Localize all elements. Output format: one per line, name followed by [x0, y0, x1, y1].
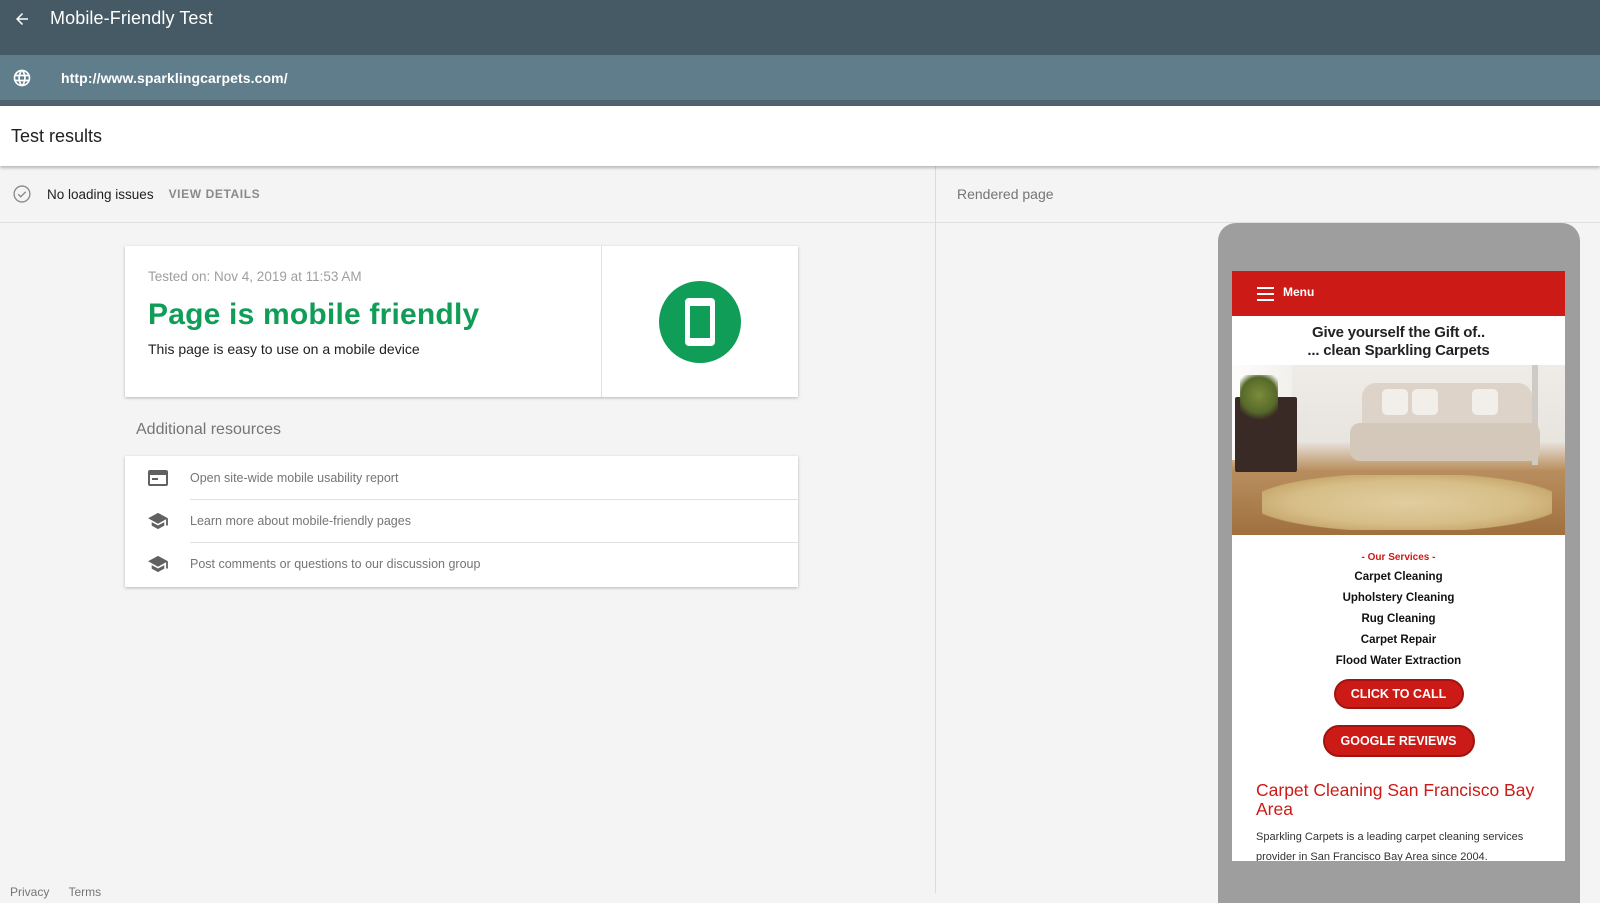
site-google-reviews-button: GOOGLE REVIEWS — [1322, 725, 1475, 757]
resource-usability-report[interactable]: Open site-wide mobile usability report — [125, 456, 798, 499]
results-header: Test results — [0, 106, 1600, 166]
web-report-icon — [147, 467, 169, 489]
site-tagline-line-2: ... clean Sparkling Carpets — [1307, 342, 1490, 359]
additional-resources-title: Additional resources — [136, 421, 281, 438]
site-services-list: Carpet Cleaning Upholstery Cleaning Rug … — [1232, 567, 1565, 672]
resource-discussion-group[interactable]: Post comments or questions to our discus… — [125, 542, 798, 585]
result-subtext: This page is easy to use on a mobile dev… — [148, 341, 420, 357]
hamburger-menu-icon — [1257, 286, 1274, 301]
site-service-item: Rug Cleaning — [1361, 613, 1436, 625]
back-arrow-icon[interactable] — [11, 8, 33, 30]
view-details-link[interactable]: VIEW DETAILS — [169, 187, 261, 201]
site-service-item: Carpet Repair — [1360, 634, 1437, 646]
site-heading: Carpet Cleaning San Francisco Bay Area — [1256, 780, 1535, 819]
living-room-hero-image — [1232, 365, 1565, 535]
school-icon — [147, 553, 169, 575]
site-menu-label: Menu — [1283, 285, 1315, 299]
rendered-page-screenshot: Menu Give yourself the Gift of.. ... cle… — [1232, 271, 1565, 861]
site-tagline: Give yourself the Gift of.. ... clean Sp… — [1232, 324, 1565, 360]
resource-label: Post comments or questions to our discus… — [190, 556, 481, 571]
site-service-item: Flood Water Extraction — [1335, 655, 1462, 667]
school-icon — [147, 510, 169, 532]
footer-links: Privacy Terms — [10, 885, 117, 899]
globe-icon — [11, 67, 33, 89]
loading-status-label: No loading issues — [47, 186, 154, 202]
resource-label: Learn more about mobile-friendly pages — [190, 513, 411, 528]
resource-label: Open site-wide mobile usability report — [190, 470, 399, 485]
site-services-title: - Our Services - — [1361, 552, 1436, 563]
result-summary-card: Tested on: Nov 4, 2019 at 11:53 AM Page … — [125, 246, 798, 397]
site-click-to-call-button: CLICK TO CALL — [1333, 679, 1464, 709]
privacy-link[interactable]: Privacy — [10, 885, 49, 899]
check-circle-icon — [12, 184, 32, 204]
rendered-page-header: Rendered page — [936, 166, 1600, 223]
rendered-page-label: Rendered page — [957, 186, 1054, 202]
site-intro-paragraph: Sparkling Carpets is a leading carpet cl… — [1256, 831, 1524, 861]
tested-url[interactable]: http://www.sparklingcarpets.com/ — [61, 70, 288, 86]
url-bar: http://www.sparklingcarpets.com/ — [0, 55, 1600, 100]
site-tagline-line-1: Give yourself the Gift of.. — [1312, 324, 1485, 341]
resources-card: Open site-wide mobile usability report L… — [125, 456, 798, 587]
site-menu-bar: Menu — [1232, 271, 1565, 316]
mobile-friendly-phone-icon — [659, 280, 741, 363]
terms-link[interactable]: Terms — [68, 885, 101, 899]
resource-learn-more[interactable]: Learn more about mobile-friendly pages — [125, 499, 798, 542]
tested-on-text: Tested on: Nov 4, 2019 at 11:53 AM — [148, 269, 362, 284]
app-bar: Mobile-Friendly Test — [0, 0, 1600, 55]
result-headline: Page is mobile friendly — [148, 298, 480, 331]
site-service-item: Upholstery Cleaning — [1342, 592, 1455, 604]
loading-status-row: No loading issues VIEW DETAILS — [0, 166, 935, 223]
results-title: Test results — [11, 125, 103, 146]
app-title: Mobile-Friendly Test — [50, 8, 213, 28]
site-service-item: Carpet Cleaning — [1354, 571, 1443, 583]
panel-divider — [935, 166, 936, 893]
